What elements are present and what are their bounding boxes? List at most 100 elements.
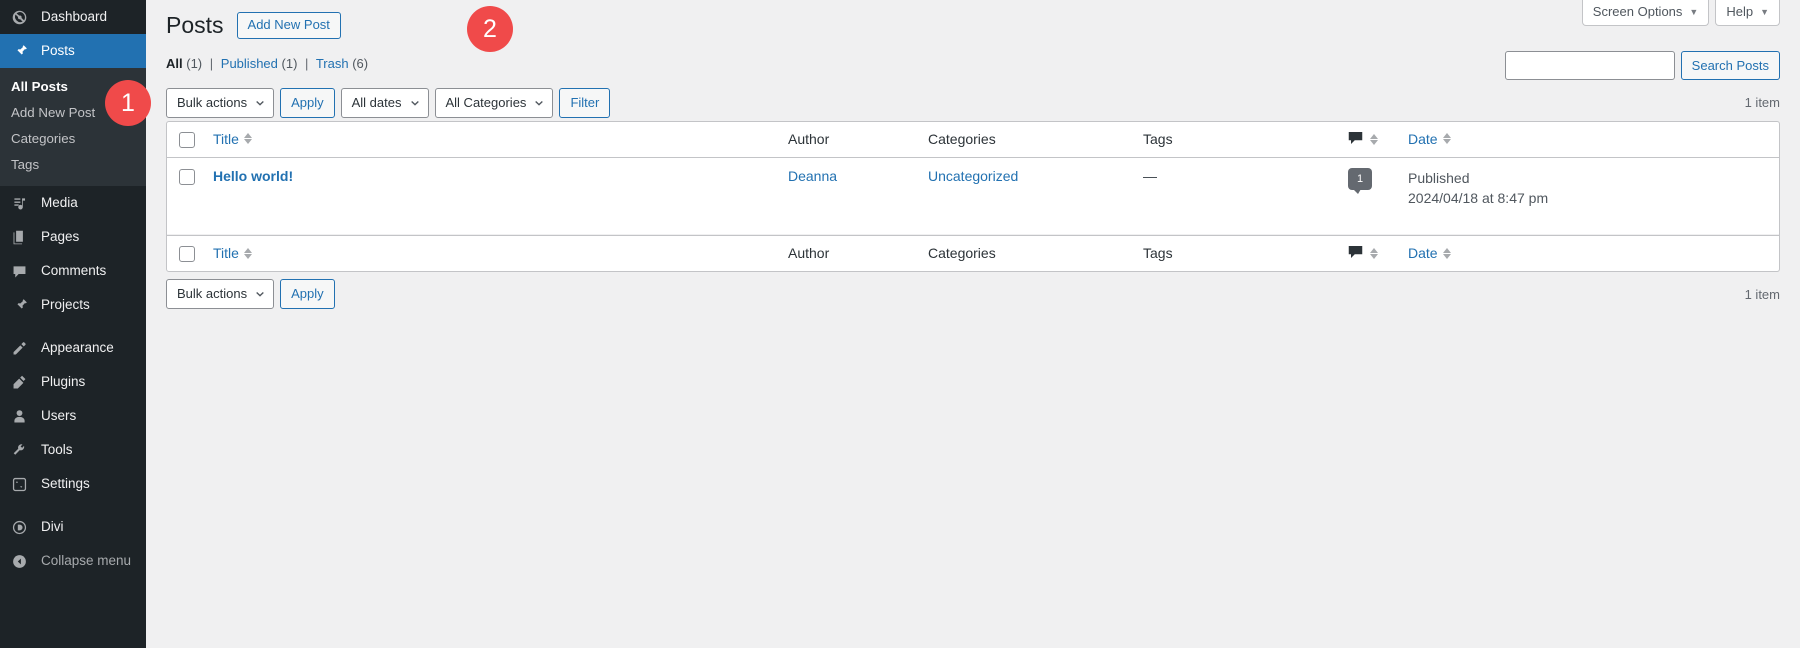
posts-table: Title Author Categories Tags [166,121,1780,273]
post-title-link[interactable]: Hello world! [213,168,293,184]
submenu-item-tags[interactable]: Tags [0,152,146,178]
sidebar-item-users[interactable]: Users [0,399,146,433]
sidebar-separator [0,322,146,331]
comments-icon [1348,245,1363,262]
search-box: Search Posts [1505,51,1780,80]
pin-icon [11,43,33,60]
sort-arrows-icon [244,133,252,144]
pin-icon [11,297,33,314]
tablenav-bottom: Bulk actions Apply 1 item [166,278,1780,310]
sidebar-item-appearance[interactable]: Appearance [0,331,146,365]
tablenav-top-actions: Bulk actions Apply All dates All Categor… [166,88,610,118]
posts-table-foot: Title Author Categories Tags [167,235,1779,271]
sort-arrows-icon [244,248,252,259]
sidebar-item-comments[interactable]: Comments [0,254,146,288]
help-label: Help [1726,5,1753,19]
admin-sidebar: Dashboard Posts 1 All Posts Add New Post… [0,0,146,648]
date-filter-value: All dates [352,89,402,117]
filter-button[interactable]: Filter [559,88,610,118]
help-button[interactable]: Help ▼ [1715,0,1780,26]
date-filter-select[interactable]: All dates [341,88,429,118]
sidebar-item-dashboard[interactable]: Dashboard [0,0,146,34]
dashboard-icon [11,9,33,26]
sidebar-item-divi[interactable]: Divi [0,510,146,544]
sidebar-item-label: Plugins [41,375,85,389]
column-header-author: Author [778,122,918,158]
comment-count-badge[interactable]: 1 [1348,168,1372,190]
column-footer-title: Title [203,235,778,271]
plugins-icon [11,374,33,391]
category-filter-select[interactable]: All Categories [435,88,554,118]
select-all-checkbox[interactable] [179,132,195,148]
sidebar-item-label: Tools [41,443,73,457]
sidebar-item-posts[interactable]: Posts 1 [0,34,146,68]
apply-button-top[interactable]: Apply [280,88,335,118]
sidebar-item-tools[interactable]: Tools [0,433,146,467]
column-footer-date: Date [1398,235,1779,271]
post-author-link[interactable]: Deanna [788,168,837,184]
column-footer-author: Author [778,235,918,271]
sidebar-item-media[interactable]: Media [0,186,146,220]
row-checkbox[interactable] [179,169,195,185]
sidebar-item-label: Divi [41,520,64,534]
page-title: Posts [166,11,224,41]
sidebar-item-plugins[interactable]: Plugins [0,365,146,399]
posts-table-body: Hello world! Deanna Uncategorized — 1 [167,158,1779,235]
sidebar-separator [0,501,146,510]
sort-arrows-icon [1443,248,1451,259]
callout-marker-2: 2 [467,6,513,52]
chevron-down-icon [255,98,265,108]
post-tags-value: — [1143,168,1157,184]
sidebar-item-label: Comments [41,264,106,278]
collapse-icon [11,553,33,570]
bulk-actions-select-bottom[interactable]: Bulk actions [166,279,274,309]
view-trash-link[interactable]: Trash [316,56,349,71]
sort-arrows-icon[interactable] [1370,248,1378,259]
post-date-value: 2024/04/18 at 8:47 pm [1408,188,1769,208]
sidebar-item-label: Settings [41,477,90,491]
displaying-num-top: 1 item [1745,95,1780,110]
sort-title-link[interactable]: Title [213,131,252,147]
post-category-link[interactable]: Uncategorized [928,168,1018,184]
post-date-status: Published [1408,168,1769,188]
bulk-actions-select-top[interactable]: Bulk actions [166,88,274,118]
row-tags-cell: — [1133,158,1338,235]
add-new-post-button[interactable]: Add New Post [237,12,341,39]
view-separator: | [206,56,217,71]
sidebar-item-pages[interactable]: Pages [0,220,146,254]
sidebar-item-collapse-menu[interactable]: Collapse menu [0,544,146,578]
bulk-actions-value: Bulk actions [177,280,247,308]
tablenav-bottom-actions: Bulk actions Apply [166,279,335,309]
users-icon [11,408,33,425]
select-all-footer [167,235,203,271]
view-published-link[interactable]: Published [221,56,278,71]
sidebar-item-settings[interactable]: Settings [0,467,146,501]
view-published-count: (1) [282,56,298,71]
sort-title-link-footer[interactable]: Title [213,245,252,261]
column-header-date: Date [1398,122,1779,158]
submenu-item-categories[interactable]: Categories [0,126,146,152]
search-posts-button[interactable]: Search Posts [1681,51,1780,80]
column-header-tags: Tags [1133,122,1338,158]
view-all-label[interactable]: All [166,56,183,71]
sidebar-item-label: Projects [41,298,90,312]
sort-date-link[interactable]: Date [1408,131,1451,147]
column-header-comments [1338,122,1398,158]
sort-date-link-footer[interactable]: Date [1408,245,1451,261]
wp-admin-screen: Dashboard Posts 1 All Posts Add New Post… [0,0,1800,648]
row-title-cell: Hello world! [203,158,778,235]
sidebar-item-label: Appearance [41,341,114,355]
table-footer-row: Title Author Categories Tags [167,235,1779,271]
view-trash-count: (6) [352,56,368,71]
sort-arrows-icon[interactable] [1370,134,1378,145]
screen-options-button[interactable]: Screen Options ▼ [1582,0,1710,26]
column-label-title: Title [213,131,239,147]
sidebar-item-projects[interactable]: Projects [0,288,146,322]
chevron-down-icon [534,98,544,108]
column-header-categories: Categories [918,122,1133,158]
select-all-checkbox-footer[interactable] [179,246,195,262]
apply-button-bottom[interactable]: Apply [280,279,335,309]
tools-icon [11,442,33,459]
media-icon [11,195,33,212]
search-input[interactable] [1505,51,1675,80]
